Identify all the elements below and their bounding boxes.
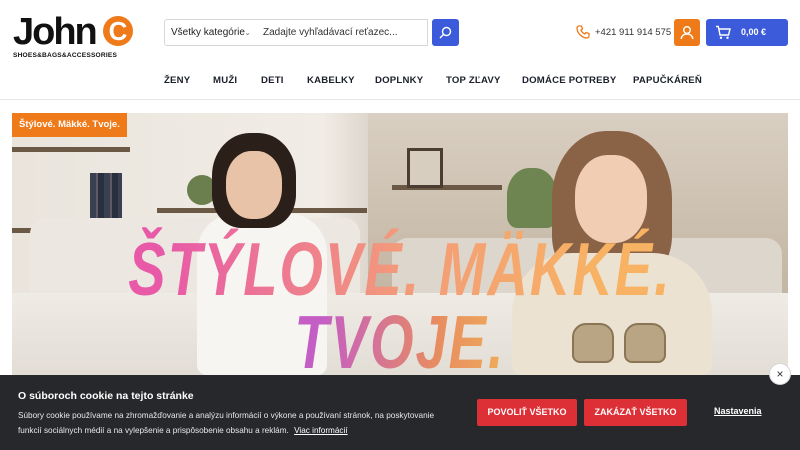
johnc-logo[interactable]: John C SHOES&BAGS&ACCESSORIES [13,11,133,62]
user-icon [680,26,694,40]
cookie-description: Súbory cookie používame na zhromažďovani… [18,408,458,438]
nav-item-papuckaren[interactable]: PAPUČKÁREŇ [633,75,702,86]
nav-item-top-zlavy[interactable]: TOP ZĽAVY [446,75,501,86]
deny-all-button[interactable]: ZAKÁZAŤ VŠETKO [584,399,687,426]
logo-tagline: SHOES&BAGS&ACCESSORIES [13,52,118,59]
cookie-more-info-link[interactable]: Viac informácií [294,426,348,435]
picture-frame-decor [407,148,443,188]
cart-button[interactable]: 0,00 € [706,19,788,46]
phone-number[interactable]: +421 911 914 575 [595,27,671,38]
nav-item-deti[interactable]: DETI [261,75,284,86]
logo-wordmark: John [13,11,98,53]
cart-total: 0,00 € [741,27,767,37]
hero-banner[interactable]: Štýlové. Mäkké. Tvoje. ŠTÝLOVÉ. MÄKKÉ. T… [12,113,788,375]
nav-item-domace-potreby[interactable]: DOMÁCE POTREBY [522,75,616,86]
nav-item-kabelky[interactable]: KABELKY [307,75,355,86]
nav-item-doplnky[interactable]: DOPLNKY [375,75,423,86]
phone-icon [576,25,590,39]
plant-decor [507,168,557,228]
cookie-banner: O súboroch cookie na tejto stránke Súbor… [0,375,800,450]
model-left-face [226,151,282,219]
chevron-down-icon: ⌄ [244,28,251,37]
cookie-title: O súboroch cookie na tejto stránke [18,390,194,402]
search-input[interactable] [257,19,428,46]
category-select-value: Všetky kategórie [171,27,245,38]
logo-c-badge: C [103,16,133,46]
allow-all-button[interactable]: POVOLIŤ VŠETKO [477,399,577,426]
hero-badge: Štýlové. Mäkké. Tvoje. [12,113,127,137]
shelf [12,147,130,152]
nav-item-muzi[interactable]: MUŽI [213,75,237,86]
cookie-description-text: Súbory cookie používame na zhromažďovani… [18,411,435,435]
main-navigation: ŽENY MUŽI DETI KABELKY DOPLNKY TOP ZĽAVY… [0,72,800,92]
search-button[interactable] [432,19,459,46]
account-button[interactable] [674,19,700,46]
nav-item-zeny[interactable]: ŽENY [164,75,190,86]
search-icon [439,26,452,39]
site-header: John C SHOES&BAGS&ACCESSORIES Všetky kat… [0,0,800,100]
cart-icon [716,25,731,39]
hero-headline-line2: TVOJE. [12,298,788,375]
close-icon[interactable]: × [769,363,791,385]
category-select[interactable]: Všetky kategórie ⌄ [164,19,258,46]
cookie-settings-link[interactable]: Nastavenia [714,406,762,416]
